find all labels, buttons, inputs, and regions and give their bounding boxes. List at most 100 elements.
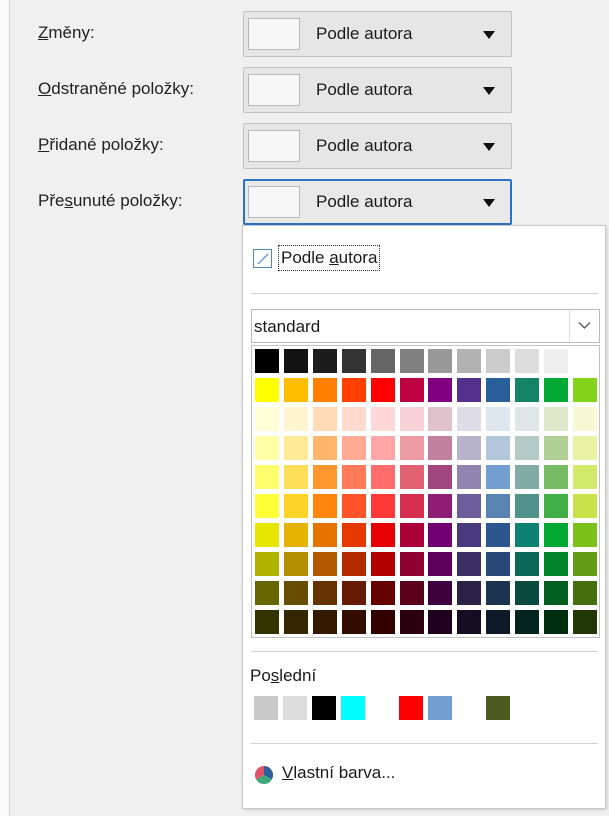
color-swatch[interactable]	[457, 378, 482, 402]
color-swatch[interactable]	[428, 349, 453, 373]
recent-color-swatch[interactable]	[341, 696, 365, 720]
color-swatch[interactable]	[486, 407, 511, 431]
color-swatch[interactable]	[341, 407, 366, 431]
color-swatch[interactable]	[370, 349, 395, 373]
color-swatch[interactable]	[255, 581, 279, 605]
color-swatch[interactable]	[486, 581, 511, 605]
color-swatch[interactable]	[428, 494, 453, 518]
color-swatch[interactable]	[544, 465, 568, 489]
color-swatch[interactable]	[370, 581, 395, 605]
insertions-color-dropdown[interactable]: Podle autora	[243, 123, 512, 169]
color-swatch[interactable]	[515, 523, 540, 547]
color-swatch[interactable]	[341, 349, 366, 373]
color-swatch[interactable]	[428, 407, 453, 431]
color-swatch[interactable]	[399, 494, 424, 518]
color-swatch[interactable]	[283, 436, 308, 460]
color-swatch[interactable]	[544, 552, 568, 576]
color-swatch[interactable]	[312, 436, 337, 460]
color-swatch[interactable]	[283, 494, 308, 518]
color-swatch[interactable]	[544, 349, 568, 373]
color-swatch[interactable]	[370, 523, 395, 547]
color-swatch[interactable]	[399, 465, 424, 489]
color-swatch[interactable]	[341, 436, 366, 460]
color-swatch[interactable]	[457, 523, 482, 547]
color-swatch[interactable]	[312, 552, 337, 576]
color-swatch[interactable]	[428, 465, 453, 489]
color-swatch[interactable]	[572, 378, 597, 402]
color-swatch[interactable]	[255, 436, 279, 460]
color-swatch[interactable]	[544, 407, 568, 431]
color-swatch[interactable]	[515, 494, 540, 518]
color-swatch[interactable]	[428, 552, 453, 576]
color-swatch[interactable]	[399, 436, 424, 460]
color-swatch[interactable]	[572, 349, 597, 373]
palette-select[interactable]: standard	[251, 309, 600, 343]
color-swatch[interactable]	[486, 378, 511, 402]
color-swatch[interactable]	[283, 610, 308, 634]
color-swatch[interactable]	[399, 407, 424, 431]
color-swatch[interactable]	[255, 523, 279, 547]
chevron-down-icon[interactable]	[569, 310, 599, 342]
moved-color-dropdown[interactable]: Podle autora	[243, 179, 512, 225]
color-swatch[interactable]	[572, 523, 597, 547]
recent-color-swatch[interactable]	[254, 696, 278, 720]
color-swatch[interactable]	[572, 552, 597, 576]
color-swatch[interactable]	[457, 552, 482, 576]
color-swatch[interactable]	[486, 494, 511, 518]
color-swatch[interactable]	[572, 407, 597, 431]
color-swatch[interactable]	[544, 523, 568, 547]
color-swatch[interactable]	[312, 494, 337, 518]
color-swatch[interactable]	[283, 378, 308, 402]
automatic-color-option[interactable]: Podle autora	[253, 245, 553, 274]
color-swatch[interactable]	[370, 552, 395, 576]
color-swatch[interactable]	[312, 523, 337, 547]
color-swatch[interactable]	[341, 465, 366, 489]
color-swatch[interactable]	[370, 465, 395, 489]
color-swatch[interactable]	[283, 552, 308, 576]
color-swatch[interactable]	[341, 378, 366, 402]
color-swatch[interactable]	[341, 552, 366, 576]
color-swatch[interactable]	[515, 552, 540, 576]
color-swatch[interactable]	[572, 610, 597, 634]
color-swatch[interactable]	[399, 349, 424, 373]
color-swatch[interactable]	[370, 378, 395, 402]
color-swatch[interactable]	[544, 581, 568, 605]
color-swatch[interactable]	[457, 610, 482, 634]
color-swatch[interactable]	[312, 378, 337, 402]
color-swatch[interactable]	[515, 581, 540, 605]
color-swatch[interactable]	[312, 465, 337, 489]
color-swatch[interactable]	[486, 465, 511, 489]
recent-color-swatch[interactable]	[283, 696, 307, 720]
color-swatch[interactable]	[312, 581, 337, 605]
color-swatch[interactable]	[255, 552, 279, 576]
color-swatch[interactable]	[255, 465, 279, 489]
color-swatch[interactable]	[283, 465, 308, 489]
color-swatch[interactable]	[255, 610, 279, 634]
recent-color-swatch[interactable]	[399, 696, 423, 720]
color-swatch[interactable]	[515, 465, 540, 489]
deletions-color-dropdown[interactable]: Podle autora	[243, 67, 512, 113]
color-swatch[interactable]	[572, 494, 597, 518]
color-swatch[interactable]	[370, 436, 395, 460]
color-swatch[interactable]	[341, 581, 366, 605]
color-swatch[interactable]	[428, 610, 453, 634]
color-swatch[interactable]	[515, 407, 540, 431]
color-swatch[interactable]	[572, 581, 597, 605]
recent-color-swatch[interactable]	[370, 696, 394, 720]
color-swatch[interactable]	[486, 436, 511, 460]
color-swatch[interactable]	[572, 436, 597, 460]
recent-color-swatch[interactable]	[486, 696, 510, 720]
color-swatch[interactable]	[283, 349, 308, 373]
color-swatch[interactable]	[515, 610, 540, 634]
color-swatch[interactable]	[283, 407, 308, 431]
custom-color-button[interactable]: Vlastní barva...	[254, 762, 504, 788]
color-swatch[interactable]	[515, 378, 540, 402]
recent-color-swatch[interactable]	[457, 696, 481, 720]
changes-color-dropdown[interactable]: Podle autora	[243, 11, 512, 57]
color-swatch[interactable]	[428, 581, 453, 605]
color-swatch[interactable]	[572, 465, 597, 489]
color-swatch[interactable]	[312, 349, 337, 373]
color-swatch[interactable]	[515, 436, 540, 460]
color-swatch[interactable]	[457, 581, 482, 605]
color-swatch[interactable]	[370, 407, 395, 431]
